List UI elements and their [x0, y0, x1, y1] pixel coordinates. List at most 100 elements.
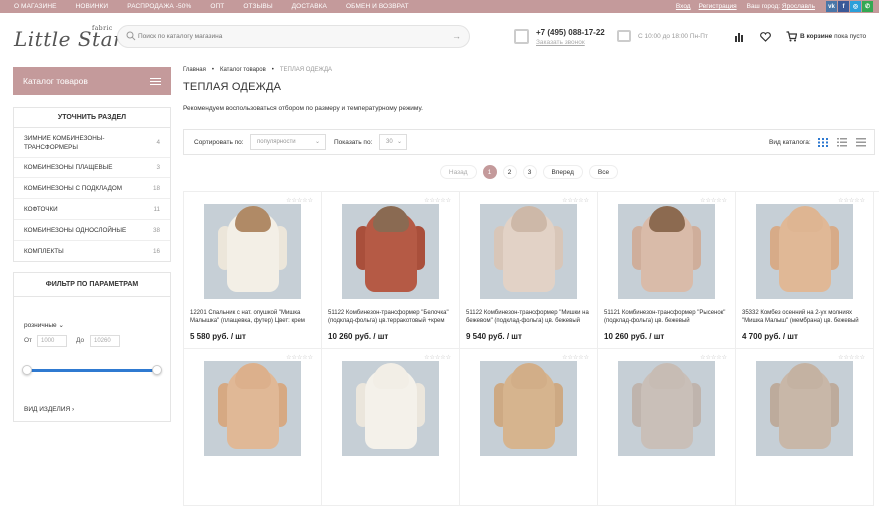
product-photo[interactable]: [204, 204, 301, 299]
clock-icon: [617, 30, 631, 42]
product-card[interactable]: ☆☆☆☆☆ 51122 Комбинезон-трансформер "Мишки…: [460, 192, 598, 349]
product-name[interactable]: 35332 Комбез осенний на 2-ух молниях "Ми…: [742, 309, 870, 325]
price-slider-track[interactable]: [26, 369, 160, 372]
register-link[interactable]: Регистрация: [699, 3, 737, 10]
product-card[interactable]: ☆☆☆☆☆: [460, 349, 598, 506]
product-photo[interactable]: [342, 361, 439, 456]
grid-view-icon[interactable]: [818, 138, 828, 147]
category-item[interactable]: ЗИМНИЕ КОМБИНЕЗОНЫ-ТРАНСФОРМЕРЫ 4: [14, 128, 170, 158]
main-content: Главная • Каталог товаров • ТЕПЛАЯ ОДЕЖДА ТЕ…: [183, 67, 879, 506]
whatsapp-icon[interactable]: ✆: [862, 1, 873, 12]
page-title: ТЕПЛАЯ ОДЕЖДА: [183, 81, 282, 93]
rating-stars-icon: ☆☆☆☆☆: [286, 355, 313, 361]
search-box: →: [117, 25, 470, 48]
top-nav-wholesale[interactable]: ОПТ: [210, 0, 224, 13]
product-card[interactable]: ☆☆☆☆☆ 35332 Комбез осенний на 2-ух молния…: [736, 192, 874, 349]
city-value[interactable]: Ярославль: [782, 3, 815, 10]
category-count: 4: [156, 139, 160, 146]
to-label: До: [76, 337, 85, 344]
product-photo[interactable]: [480, 204, 577, 299]
search-input[interactable]: [138, 26, 438, 47]
top-nav-sale[interactable]: РАСПРОДАЖА -50%: [127, 0, 191, 13]
pager-prev[interactable]: Назад: [439, 165, 477, 179]
favorites-heart-icon[interactable]: [760, 32, 771, 42]
category-item[interactable]: КОМБИНЕЗОНЫ ОДНОСЛОЙНЫЕ 38: [14, 220, 170, 241]
product-name[interactable]: 51122 Комбинезон-трансформер "Белочка" (…: [328, 309, 456, 325]
product-name[interactable]: 51121 Комбинезон-трансформер "Рысенок" (…: [604, 309, 732, 325]
product-photo[interactable]: [204, 361, 301, 456]
sort-select[interactable]: популярности ⌄: [250, 134, 326, 150]
cart-label: В корзине: [800, 33, 833, 40]
product-card[interactable]: ☆☆☆☆☆: [598, 349, 736, 506]
breadcrumb-home[interactable]: Главная: [183, 67, 206, 73]
product-card[interactable]: ☆☆☆☆☆ 12201 Спальник с нат. опушкой "Мишк…: [184, 192, 322, 349]
price-slider-max-handle[interactable]: [152, 365, 162, 375]
product-card[interactable]: ☆☆☆☆☆: [322, 349, 460, 506]
page-size-select[interactable]: 30 ⌄: [379, 134, 407, 150]
login-link[interactable]: Вход: [676, 3, 691, 10]
product-photo[interactable]: [618, 204, 715, 299]
product-photo[interactable]: [618, 361, 715, 456]
facebook-icon[interactable]: f: [838, 1, 849, 12]
product-garment-hood: [510, 363, 547, 389]
category-item[interactable]: КОМПЛЕКТЫ 16: [14, 241, 170, 261]
phone-number[interactable]: +7 (495) 088-17-22: [536, 28, 605, 37]
product-garment-hood: [648, 206, 685, 232]
category-item[interactable]: КОМБИНЕЗОНЫ ПЛАЩЕВЫЕ 3: [14, 158, 170, 178]
city-selector[interactable]: Ваш город: Ярославль: [747, 3, 815, 10]
pager-page[interactable]: 1: [482, 165, 497, 179]
product-name[interactable]: 12201 Спальник с нат. опушкой "Мишка Мал…: [190, 309, 318, 325]
search-icon: [126, 31, 136, 41]
pager-next[interactable]: Вперед: [542, 165, 583, 179]
top-nav-about[interactable]: О МАГАЗИНЕ: [14, 0, 57, 13]
cart-icon[interactable]: [786, 31, 797, 42]
chevron-down-icon: ⌄: [396, 139, 402, 145]
product-photo[interactable]: [756, 361, 853, 456]
top-right: Вход Регистрация Ваш город: Ярославль vk…: [666, 0, 873, 13]
chevron-down-icon: ⌄: [314, 139, 320, 145]
price-type-select[interactable]: розничные ⌄: [24, 321, 64, 329]
search-submit-arrow-icon[interactable]: →: [452, 31, 461, 41]
product-garment-hood: [234, 206, 271, 232]
pager-all[interactable]: Все: [588, 165, 619, 179]
product-kind-filter[interactable]: ВИД ИЗДЕЛИЯ ›: [24, 406, 74, 413]
callback-link[interactable]: Заказать звонок: [536, 39, 585, 46]
price-slider-min-handle[interactable]: [22, 365, 32, 375]
catalog-button[interactable]: Каталог товаров: [13, 67, 171, 95]
product-card[interactable]: ☆☆☆☆☆ 51121 Комбинезон-трансформер "Рысен…: [598, 192, 736, 349]
product-photo[interactable]: [342, 204, 439, 299]
category-item[interactable]: КОФТОЧКИ 11: [14, 199, 170, 220]
compare-icon[interactable]: [734, 32, 744, 42]
product-price: 9 540 руб. / шт: [466, 332, 522, 341]
product-photo[interactable]: [480, 361, 577, 456]
list-view-icon[interactable]: [837, 138, 847, 147]
price-to-input[interactable]: 10260: [90, 335, 120, 347]
show-label: Показать по:: [334, 139, 373, 146]
chevron-down-icon: ⌄: [58, 322, 64, 329]
logo[interactable]: Little Star fabric: [14, 25, 123, 51]
rating-stars-icon: ☆☆☆☆☆: [700, 198, 727, 204]
top-nav-reviews[interactable]: ОТЗЫВЫ: [243, 0, 272, 13]
pager-page[interactable]: 3: [522, 165, 537, 179]
category-label: ЗИМНИЕ КОМБИНЕЗОНЫ-ТРАНСФОРМЕРЫ: [24, 134, 105, 151]
product-card[interactable]: ☆☆☆☆☆: [736, 349, 874, 506]
price-from-input[interactable]: 1000: [37, 335, 67, 347]
category-count: 16: [152, 247, 160, 255]
product-card[interactable]: ☆☆☆☆☆: [184, 349, 322, 506]
breadcrumb-current: ТЕПЛАЯ ОДЕЖДА: [279, 67, 333, 73]
vk-icon[interactable]: vk: [826, 1, 837, 12]
breadcrumb-separator: •: [271, 67, 274, 73]
cart-status[interactable]: В корзине пока пусто: [800, 33, 866, 40]
top-nav-returns[interactable]: ОБМЕН И ВОЗВРАТ: [346, 0, 409, 13]
product-card[interactable]: ☆☆☆☆☆ 51122 Комбинезон-трансформер "Белоч…: [322, 192, 460, 349]
product-photo[interactable]: [756, 204, 853, 299]
category-label: КОМБИНЕЗОНЫ С ПОДКЛАДОМ: [24, 184, 122, 192]
product-name[interactable]: 51122 Комбинезон-трансформер "Мишки на б…: [466, 309, 594, 325]
pager-page[interactable]: 2: [502, 165, 517, 179]
category-item[interactable]: КОМБИНЕЗОНЫ С ПОДКЛАДОМ 18: [14, 178, 170, 199]
breadcrumb-catalog[interactable]: Каталог товаров: [220, 67, 266, 73]
instagram-icon[interactable]: ◎: [850, 1, 861, 12]
top-nav-new[interactable]: НОВИНКИ: [76, 0, 109, 13]
table-view-icon[interactable]: [856, 138, 866, 147]
top-nav-delivery[interactable]: ДОСТАВКА: [292, 0, 327, 13]
